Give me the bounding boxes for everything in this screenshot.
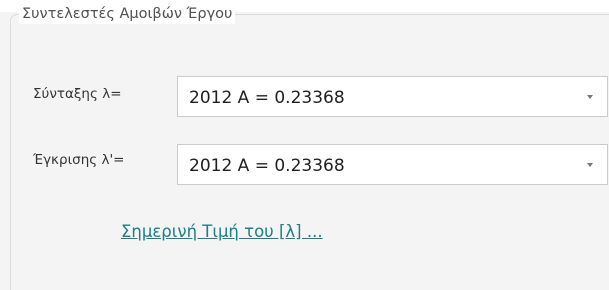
current-lambda-link[interactable]: Σημερινή Τιμή του [λ] ... [121,222,323,241]
approval-lambda-select[interactable]: 2012 A = 0.23368 [177,144,608,185]
drafting-lambda-select[interactable]: 2012 A = 0.23368 [177,76,608,117]
drafting-lambda-value: 2012 A = 0.23368 [189,88,345,108]
chevron-down-icon [587,163,593,167]
drafting-lambda-label: Σύνταξης λ= [33,86,122,102]
chevron-down-icon [587,95,593,99]
approval-lambda-value: 2012 A = 0.23368 [189,156,345,176]
approval-lambda-label: Έγκρισης λ'= [33,152,125,168]
group-title: Συντελεστές Αμοιβών Έργου [19,4,236,24]
